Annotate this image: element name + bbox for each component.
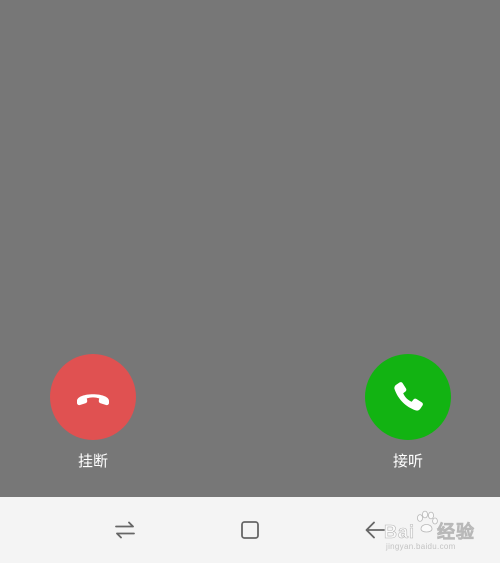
call-area: 挂断 接听	[0, 0, 500, 497]
square-home-icon	[241, 521, 259, 539]
swap-arrows-icon	[115, 521, 135, 539]
answer-button[interactable]	[365, 354, 451, 440]
answer-label: 接听	[392, 453, 423, 470]
phone-icon	[394, 382, 423, 411]
answer-group: 接听	[365, 354, 451, 471]
home-button[interactable]	[237, 517, 263, 543]
incoming-call-screen: 挂断 接听 Bai 经验 jingyan.baidu.com	[0, 0, 500, 563]
decline-label: 挂断	[77, 453, 108, 470]
hang-up-icon	[77, 394, 109, 406]
decline-group: 挂断	[50, 354, 136, 471]
paw-icon	[417, 510, 438, 533]
recent-apps-button[interactable]	[112, 517, 138, 543]
baidu-jingyan-watermark: Bai 经验 jingyan.baidu.com	[384, 510, 480, 554]
watermark-url: jingyan.baidu.com	[386, 542, 456, 551]
decline-button[interactable]	[50, 354, 136, 440]
